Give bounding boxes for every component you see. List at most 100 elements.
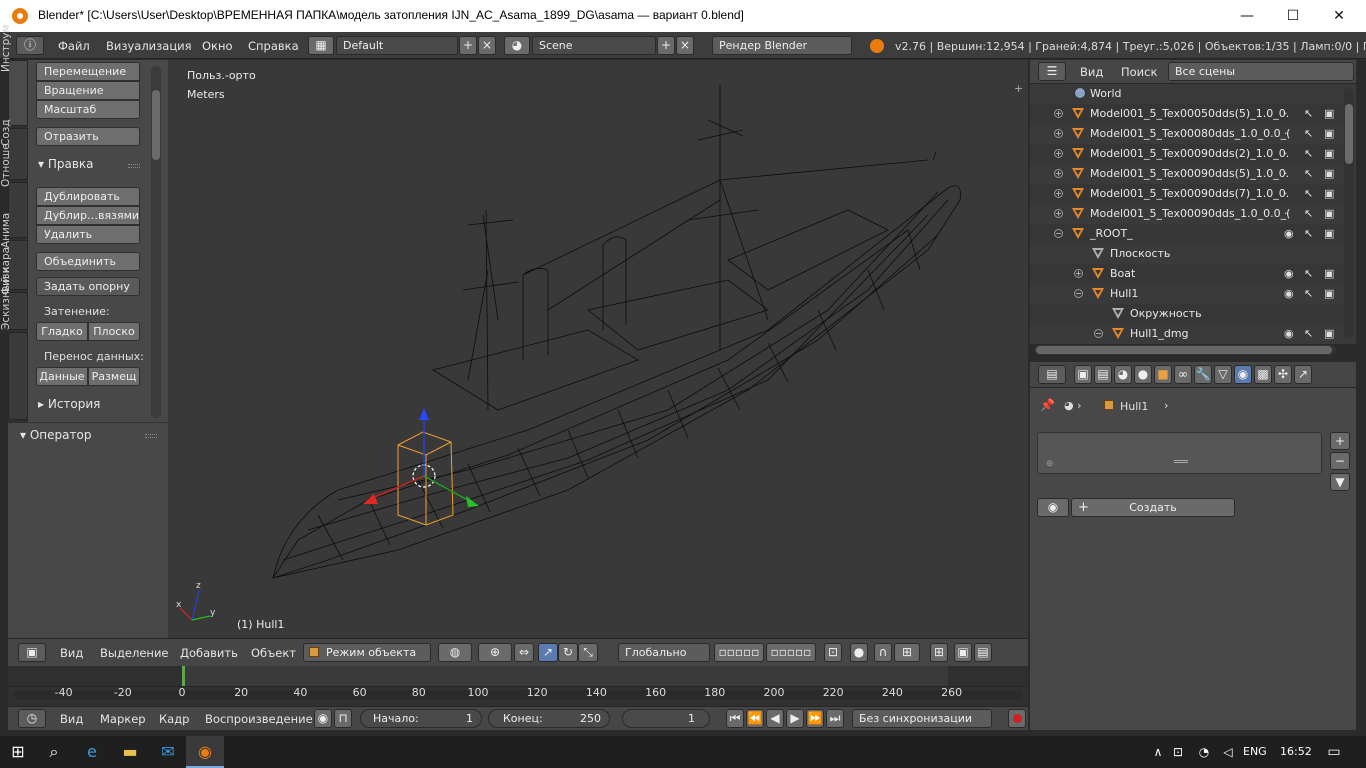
current-frame-marker[interactable] [182, 666, 185, 686]
menu-select[interactable]: Выделение [100, 646, 169, 660]
collapse-icon[interactable]: − [1054, 229, 1063, 238]
outliner-scrollbar-thumb[interactable] [1345, 104, 1353, 164]
maximize-button[interactable]: ☐ [1270, 0, 1316, 32]
tab-grease-pencil[interactable]: Эскизный кара [0, 247, 28, 420]
history-panel-header[interactable]: ▸ История [38, 397, 100, 411]
visibility-eye-icon[interactable]: · [1284, 207, 1288, 220]
start-frame-field[interactable]: Начало: 1 [360, 709, 482, 728]
drag-handle-icon[interactable] [145, 434, 157, 438]
data-tab-icon[interactable]: ▽ [1214, 365, 1232, 384]
world-tab-icon[interactable]: ● [1134, 365, 1152, 384]
jump-next-key-icon[interactable]: ⏩ [806, 709, 824, 728]
snap-icon[interactable]: ∩ [874, 643, 892, 662]
outliner-row[interactable]: Окружность [1030, 304, 1346, 324]
selectable-cursor-icon[interactable]: ↖ [1304, 147, 1313, 160]
screen-layout-icon[interactable]: ▦ [308, 36, 334, 55]
menu-view[interactable]: Вид [60, 646, 83, 660]
render-layers-tab-icon[interactable]: ▤ [1094, 365, 1112, 384]
end-frame-field[interactable]: Конец: 250 [488, 709, 610, 728]
render-camera-icon[interactable]: ▣ [1324, 287, 1334, 300]
layers-grid-icon[interactable]: ▫▫▫▫▫ [714, 643, 764, 662]
outliner-row[interactable]: + Model001_5_Tex00080dds_1.0_0.0_(· ↖ ▣ [1030, 124, 1346, 144]
drag-handle-icon[interactable] [128, 164, 140, 168]
visibility-eye-icon[interactable]: · [1284, 147, 1288, 160]
menu-frame[interactable]: Кадр [159, 712, 189, 726]
visibility-eye-icon[interactable]: ◉ [1284, 227, 1294, 240]
remove-scene-icon[interactable]: × [676, 36, 694, 55]
close-button[interactable]: ✕ [1316, 0, 1362, 32]
render-engine-select[interactable]: Рендер Blender [712, 36, 852, 55]
mode-select[interactable]: Режим объекта [303, 643, 431, 662]
render-camera-icon[interactable]: ▣ [1324, 167, 1334, 180]
selectable-cursor-icon[interactable]: ↖ [1304, 327, 1313, 340]
render-camera-icon[interactable]: ▣ [1324, 207, 1334, 220]
render-camera-icon[interactable]: ▣ [1324, 187, 1334, 200]
visibility-eye-icon[interactable]: · [1284, 167, 1288, 180]
outliner-row[interactable]: Плоскость [1030, 244, 1346, 264]
mail-icon[interactable]: ✉ [150, 736, 186, 768]
particles-tab-icon[interactable]: ✣ [1274, 365, 1292, 384]
lock-range-icon[interactable]: ⊓ [334, 709, 352, 728]
expand-icon[interactable]: + [1054, 209, 1063, 218]
manipulator-translate-icon[interactable]: ↗ [538, 643, 558, 662]
duplicate-linked-button[interactable]: Дублир…вязями [36, 206, 140, 225]
snap-element-icon[interactable]: ⊞ [894, 643, 920, 662]
texture-tab-icon[interactable]: ▩ [1254, 365, 1272, 384]
menu-object[interactable]: Объект [251, 646, 296, 660]
pivot-point-icon[interactable]: ⊕ [478, 643, 512, 662]
remove-layout-icon[interactable]: × [478, 36, 496, 55]
selectable-cursor-icon[interactable]: ↖ [1304, 107, 1313, 120]
shade-smooth-button[interactable]: Гладко [36, 322, 88, 341]
pin-icon[interactable]: 📌 [1040, 398, 1055, 412]
menu-window[interactable]: Окно [202, 39, 233, 53]
jump-end-icon[interactable]: ⏭ [826, 709, 844, 728]
outliner-row[interactable]: + Model001_5_Tex00090dds(5)_1.0_0. · ↖ ▣ [1030, 164, 1346, 184]
physics-tab-icon[interactable]: ↗ [1294, 365, 1312, 384]
auto-keying-icon[interactable] [1008, 709, 1026, 728]
visibility-eye-icon[interactable]: · [1284, 187, 1288, 200]
list-resize-handle-icon[interactable] [1174, 460, 1188, 463]
translate-button[interactable]: Перемещение [36, 62, 140, 81]
outliner-row[interactable]: − Hull1 ◉ ↖ ▣ [1030, 284, 1346, 304]
menu-add[interactable]: Добавить [180, 646, 238, 660]
toolshelf-scrollbar-thumb[interactable] [152, 90, 160, 160]
list-filter-icon[interactable]: ⊕ [1046, 459, 1054, 469]
expand-icon[interactable]: + [1054, 169, 1063, 178]
new-material-button[interactable]: + Создать [1071, 498, 1235, 517]
visibility-eye-icon[interactable]: ◉ [1284, 287, 1294, 300]
viewport-shading-icon[interactable]: ◍ [438, 643, 472, 662]
render-camera-icon[interactable]: ▣ [1324, 127, 1334, 140]
data-layout-button[interactable]: Размещ [88, 367, 140, 386]
outliner-row[interactable]: + Boat ◉ ↖ ▣ [1030, 264, 1346, 284]
timeline[interactable]: -40 -20 0 20 40 60 80 100 120 140 160 180 200 220 240 2… [8, 666, 1028, 706]
modifiers-tab-icon[interactable]: 🔧 [1194, 365, 1212, 384]
transform-orientation-select[interactable]: Глобально [618, 643, 710, 662]
render-camera-icon[interactable]: ▣ [1324, 327, 1334, 340]
rotate-button[interactable]: Вращение [36, 81, 140, 100]
selectable-cursor-icon[interactable]: ↖ [1304, 167, 1313, 180]
menu-help[interactable]: Справка [248, 39, 299, 53]
outliner[interactable]: World + Model001_5_Tex00050dds(5)_1.0_0. · ↖… [1030, 84, 1356, 344]
selectable-cursor-icon[interactable]: ↖ [1304, 287, 1313, 300]
outliner-hscrollbar-thumb[interactable] [1036, 346, 1332, 354]
set-origin-select[interactable]: Задать опорну [36, 277, 140, 296]
scale-button[interactable]: Масштаб [36, 100, 140, 119]
remove-slot-icon[interactable]: − [1330, 452, 1350, 470]
expand-icon[interactable]: + [1054, 189, 1063, 198]
current-frame-field[interactable]: 1 [622, 709, 710, 728]
add-scene-icon[interactable]: + [657, 36, 675, 55]
slot-menu-icon[interactable]: ▼ [1330, 473, 1350, 491]
material-tab-icon[interactable]: ◉ [1234, 365, 1252, 384]
menu-playback[interactable]: Воспроизведение [205, 712, 313, 726]
delete-button[interactable]: Удалить [36, 225, 140, 244]
3d-viewport[interactable]: Польз.-орто Meters + z x y (1) Hull1 [168, 60, 1028, 638]
expand-icon[interactable]: + [1054, 149, 1063, 158]
menu-outliner-view[interactable]: Вид [1080, 65, 1103, 79]
add-layout-icon[interactable]: + [459, 36, 477, 55]
menu-file[interactable]: Файл [58, 39, 90, 53]
layout-field[interactable]: Default [336, 36, 458, 55]
minimize-button[interactable]: — [1224, 0, 1270, 32]
shade-flat-button[interactable]: Плоско [88, 322, 140, 341]
blender-taskbar-icon[interactable]: ◉ [186, 736, 224, 768]
snap-target-icon[interactable]: ⊞ [930, 643, 948, 662]
